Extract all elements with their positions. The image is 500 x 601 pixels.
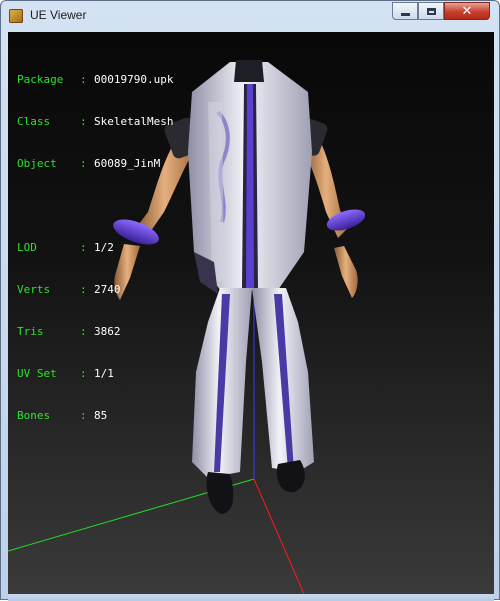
info-value: 3862 (94, 325, 121, 338)
info-value: 60089_JinM (94, 157, 161, 170)
info-row-class: Class: SkeletalMesh (17, 115, 173, 129)
info-row-package: Package: 00019790.upk (17, 73, 173, 87)
info-label: Object (17, 157, 57, 170)
minimize-button[interactable] (392, 2, 418, 20)
jacket (188, 60, 312, 294)
info-label: LOD (17, 241, 37, 254)
info-separator: : (80, 115, 94, 128)
info-value: 00019790.upk (94, 73, 174, 86)
axis-x-line (253, 478, 305, 594)
info-separator: : (80, 73, 94, 86)
close-button[interactable]: ✕ (444, 2, 490, 20)
info-separator: : (80, 283, 94, 296)
info-separator: : (80, 409, 94, 422)
maximize-icon (426, 7, 436, 15)
info-row-lod: LOD: 1/2 (17, 241, 173, 255)
info-row-bones: Bones: 85 (17, 409, 173, 423)
info-value: 1/2 (94, 241, 114, 254)
info-separator: : (80, 157, 94, 170)
app-window: UE Viewer ✕ Package: 00019790.upk Class… (0, 0, 500, 601)
title-bar[interactable]: UE Viewer ✕ (1, 1, 499, 31)
info-row-uvset: UV Set: 1/1 (17, 367, 173, 381)
info-label: Package (17, 73, 64, 86)
app-icon (9, 9, 23, 23)
mesh-info-overlay: Package: 00019790.upk Class: SkeletalMes… (17, 45, 173, 451)
maximize-button[interactable] (418, 2, 444, 20)
info-value: 1/1 (94, 367, 114, 380)
close-icon: ✕ (461, 3, 473, 19)
info-row-object: Object: 60089_JinM (17, 157, 173, 171)
info-value: 2740 (94, 283, 121, 296)
info-separator: : (80, 367, 94, 380)
info-label: Class (17, 115, 51, 128)
minimize-icon (400, 12, 410, 16)
info-row-tris: Tris: 3862 (17, 325, 173, 339)
info-row-verts: Verts: 2740 (17, 283, 173, 297)
info-value: 85 (94, 409, 108, 422)
info-label: Verts (17, 283, 51, 296)
info-separator: : (80, 241, 94, 254)
info-label: Bones (17, 409, 51, 422)
render-viewport[interactable]: Package: 00019790.upk Class: SkeletalMes… (8, 32, 494, 594)
info-label: UV Set (17, 367, 57, 380)
window-title: UE Viewer (30, 8, 87, 22)
pants (192, 288, 314, 514)
info-label: Tris (17, 325, 44, 338)
info-separator: : (80, 325, 94, 338)
info-value: SkeletalMesh (94, 115, 174, 128)
